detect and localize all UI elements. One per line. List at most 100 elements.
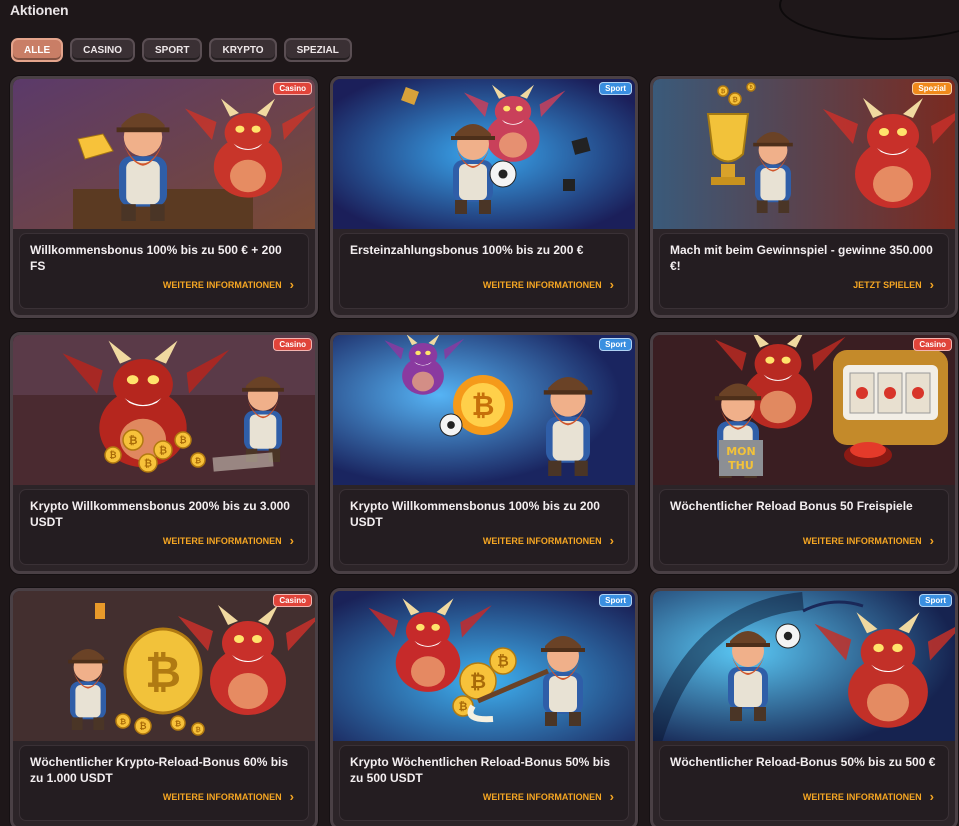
decorative-swoosh [779,0,959,40]
promo-body: Krypto Wöchentlichen Reload-Bonus 50% bi… [339,745,629,821]
promo-card[interactable]: Sport Ersteinzahlungsbonus 100% bis zu 2… [330,76,638,318]
category-badge: Sport [599,82,632,95]
promo-card[interactable]: ₿ ₿ ₿ ₿ ₿ Casino Wöchentlicher Krypto-Re… [10,588,318,826]
filter-sport-button[interactable]: SPORT [142,38,203,62]
category-badge: Spezial [912,82,952,95]
svg-text:₿: ₿ [497,654,509,670]
category-badge: Casino [273,82,312,95]
svg-text:₿: ₿ [459,700,468,713]
promo-title: Ersteinzahlungsbonus 100% bis zu 200 € [350,243,584,257]
promo-title: Wöchentlicher Reload-Bonus 50% bis zu 50… [670,755,936,769]
promo-image[interactable]: Casino [13,79,315,229]
chevron-right-icon: › [289,533,294,548]
promo-body: Ersteinzahlungsbonus 100% bis zu 200 € W… [339,233,629,309]
svg-text:₿: ₿ [721,88,726,95]
promo-link[interactable]: WEITERE INFORMATIONEN › [482,277,614,292]
promo-link-label: WEITERE INFORMATIONEN [162,536,282,546]
svg-text:₿: ₿ [749,86,753,91]
page-title: Aktionen [10,2,69,18]
chevron-right-icon: › [289,277,294,292]
promo-link[interactable]: WEITERE INFORMATIONEN › [802,533,934,548]
chevron-right-icon: › [929,533,934,548]
chevron-right-icon: › [609,533,614,548]
filter-bar: ALLE CASINO SPORT KRYPTO SPEZIAL [11,38,352,62]
promo-image[interactable]: Sport [653,591,955,741]
category-badge: Casino [913,338,952,351]
promo-title: Krypto Wöchentlichen Reload-Bonus 50% bi… [350,755,611,785]
promo-body: Wöchentlicher Reload Bonus 50 Freispiele… [659,489,949,565]
promo-image[interactable]: ₿ ₿ ₿ Sport [333,591,635,741]
svg-text:₿: ₿ [179,435,186,446]
promo-link-label: WEITERE INFORMATIONEN [482,280,602,290]
promo-link-label: JETZT SPIELEN [853,280,922,290]
promo-card[interactable]: ₿ ₿ ₿ ₿ ₿ ₿ Casino Krypto Willkommensbon… [10,332,318,574]
svg-text:MON: MON [726,445,756,458]
svg-text:₿: ₿ [120,717,126,726]
promo-title: Wöchentlicher Krypto-Reload-Bonus 60% bi… [30,755,289,785]
promo-body: Wöchentlicher Krypto-Reload-Bonus 60% bi… [19,745,309,821]
promo-body: Mach mit beim Gewinnspiel - gewinne 350.… [659,233,949,309]
promo-link-label: WEITERE INFORMATIONEN [802,536,922,546]
promo-image[interactable]: MON THU Casino [653,335,955,485]
promo-title: Wöchentlicher Reload Bonus 50 Freispiele [670,499,913,513]
promo-link[interactable]: JETZT SPIELEN › [853,277,934,292]
svg-text:₿: ₿ [145,647,181,698]
promo-body: Wöchentlicher Reload-Bonus 50% bis zu 50… [659,745,949,821]
promo-title: Krypto Willkommensbonus 200% bis zu 3.00… [30,499,290,529]
promo-link-label: WEITERE INFORMATIONEN [482,792,602,802]
chevron-right-icon: › [929,789,934,804]
chevron-right-icon: › [289,789,294,804]
promo-card[interactable]: MON THU Casino Wöchentlicher Reload Bonu… [650,332,958,574]
promo-link[interactable]: WEITERE INFORMATIONEN › [482,789,614,804]
promo-body: Krypto Willkommensbonus 100% bis zu 200 … [339,489,629,565]
promo-link[interactable]: WEITERE INFORMATIONEN › [482,533,614,548]
promo-link-label: WEITERE INFORMATIONEN [802,792,922,802]
chevron-right-icon: › [609,789,614,804]
promo-link-label: WEITERE INFORMATIONEN [162,792,282,802]
promo-link[interactable]: WEITERE INFORMATIONEN › [802,789,934,804]
promo-link-label: WEITERE INFORMATIONEN [162,280,282,290]
promo-image[interactable]: ₿ ₿ ₿ ₿ ₿ ₿ Casino [13,335,315,485]
chevron-right-icon: › [929,277,934,292]
category-badge: Casino [273,338,312,351]
promo-image[interactable]: ₿ ₿ ₿ Spezial [653,79,955,229]
svg-text:₿: ₿ [472,389,495,422]
svg-text:₿: ₿ [195,456,201,465]
filter-all-button[interactable]: ALLE [11,38,64,62]
promo-body: Willkommensbonus 100% bis zu 500 € + 200… [19,233,309,309]
promo-image[interactable]: ₿ ₿ ₿ ₿ ₿ Casino [13,591,315,741]
svg-text:₿: ₿ [175,719,181,728]
svg-text:₿: ₿ [159,446,167,457]
svg-text:₿: ₿ [129,434,138,447]
promo-card[interactable]: ₿ Sport Krypto Willkommensbonus 100% bis… [330,332,638,574]
promo-title: Willkommensbonus 100% bis zu 500 € + 200… [30,243,282,273]
promo-card[interactable]: Casino Willkommensbonus 100% bis zu 500 … [10,76,318,318]
filter-casino-button[interactable]: CASINO [70,38,136,62]
svg-text:₿: ₿ [144,459,152,470]
filter-krypto-button[interactable]: KRYPTO [209,38,277,62]
category-badge: Sport [919,594,952,607]
promo-card[interactable]: ₿ ₿ ₿ Spezial Mach mit beim Gewinnspiel … [650,76,958,318]
promo-title: Mach mit beim Gewinnspiel - gewinne 350.… [670,243,933,273]
promo-card[interactable]: ₿ ₿ ₿ Sport Krypto Wöchentlichen Reload-… [330,588,638,826]
svg-text:₿: ₿ [470,670,486,693]
svg-text:₿: ₿ [195,725,201,733]
svg-text:THU: THU [728,459,754,472]
promo-link[interactable]: WEITERE INFORMATIONEN › [162,789,294,804]
svg-text:₿: ₿ [732,95,738,103]
promo-title: Krypto Willkommensbonus 100% bis zu 200 … [350,499,600,529]
category-badge: Sport [599,594,632,607]
chevron-right-icon: › [609,277,614,292]
promo-link-label: WEITERE INFORMATIONEN [482,536,602,546]
promo-link[interactable]: WEITERE INFORMATIONEN › [162,277,294,292]
promo-image[interactable]: ₿ Sport [333,335,635,485]
promo-body: Krypto Willkommensbonus 200% bis zu 3.00… [19,489,309,565]
promo-link[interactable]: WEITERE INFORMATIONEN › [162,533,294,548]
filter-spezial-button[interactable]: SPEZIAL [283,38,352,62]
category-badge: Sport [599,338,632,351]
category-badge: Casino [273,594,312,607]
promo-image[interactable]: Sport [333,79,635,229]
svg-text:₿: ₿ [139,721,146,732]
promo-card[interactable]: Sport Wöchentlicher Reload-Bonus 50% bis… [650,588,958,826]
promo-grid: Casino Willkommensbonus 100% bis zu 500 … [10,76,958,826]
